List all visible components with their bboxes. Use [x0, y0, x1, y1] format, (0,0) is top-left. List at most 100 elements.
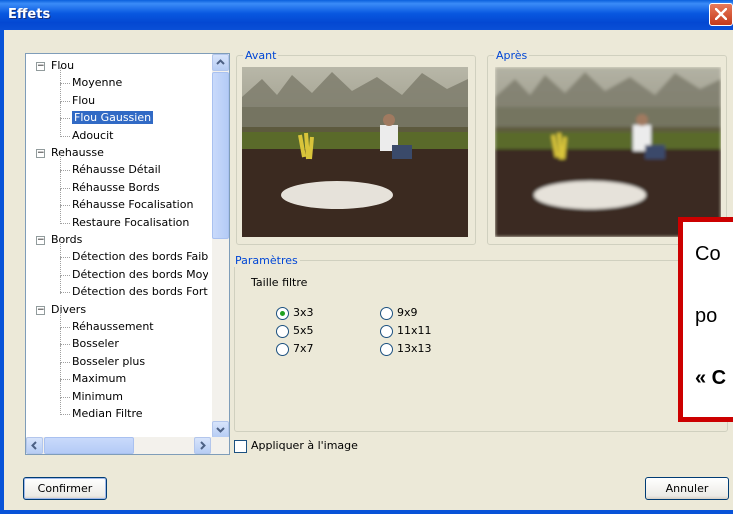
tree-connector: [60, 102, 61, 120]
close-button[interactable]: [709, 3, 733, 26]
tree-item[interactable]: Maximum: [72, 371, 126, 387]
effects-tree[interactable]: Flou − Moyenne Flou Flou Gaussien Adoucit Reha…: [25, 53, 230, 455]
tree-item[interactable]: Moyenne: [72, 75, 122, 91]
radio-9x9[interactable]: [380, 307, 393, 320]
tree-connector: [60, 344, 70, 346]
tree-item[interactable]: Flou Gaussien: [72, 110, 154, 126]
tree-category[interactable]: Bords: [51, 232, 82, 248]
tree-item-label: Bosseler plus: [72, 354, 146, 368]
collapse-icon[interactable]: −: [36, 305, 45, 315]
chevron-down-icon: [216, 427, 225, 433]
chevron-right-icon: [200, 441, 206, 450]
tree-connector: [60, 363, 61, 381]
tree-connector: [60, 379, 70, 381]
radio-11x11-label: 11x11: [397, 324, 432, 337]
tree-item-label: Flou: [72, 93, 96, 107]
tree-item[interactable]: Réhaussement: [72, 319, 154, 335]
tree-connector: [60, 414, 70, 415]
tree-connector: [60, 311, 61, 329]
before-image: [242, 67, 468, 237]
tree-item[interactable]: Bosseler plus: [72, 354, 145, 370]
filter-size-label: Taille filtre: [251, 276, 308, 289]
collapse-icon[interactable]: −: [36, 62, 45, 71]
tree-item-label: Restaure Focalisation: [72, 215, 190, 229]
tree-horizontal-scrollbar[interactable]: [26, 437, 229, 454]
scroll-right-button[interactable]: [194, 437, 211, 454]
title-bar[interactable]: Effets: [0, 0, 733, 30]
radio-13x13[interactable]: [380, 343, 393, 356]
tree-item[interactable]: Détection des bords Faible: [72, 249, 208, 265]
tree-vertical-scrollbar[interactable]: [212, 54, 229, 438]
tree-connector: [60, 257, 70, 259]
tree-item[interactable]: Détection des bords Fort: [72, 284, 208, 300]
tree-connector: [60, 118, 70, 120]
tree-category[interactable]: Divers: [51, 302, 86, 318]
tutorial-callout: Co po « C: [678, 217, 733, 422]
radio-9x9-label: 9x9: [397, 306, 418, 319]
callout-line-2: po: [695, 305, 718, 327]
tree-item-label: Détection des bords Moyen: [72, 267, 208, 281]
tree-connector: [60, 83, 70, 85]
radio-5x5[interactable]: [276, 325, 289, 338]
parameters-legend: Paramètres: [233, 254, 300, 267]
tree-category[interactable]: Flou: [51, 58, 74, 74]
tree-connector: [60, 189, 61, 207]
tree-connector: [60, 67, 61, 85]
radio-3x3-label: 3x3: [293, 306, 314, 319]
tree-connector: [60, 258, 61, 277]
tree-connector: [60, 361, 70, 363]
tree-connector: [60, 327, 70, 328]
tree-item-label: Rehausse: [51, 146, 104, 159]
tree-item[interactable]: Adoucit: [72, 128, 113, 144]
tree-item-label: Maximum: [72, 372, 127, 386]
tree-item-label: Bosseler: [72, 337, 119, 351]
tree-connector: [60, 170, 70, 172]
scroll-thumb[interactable]: [212, 72, 229, 239]
tree-item[interactable]: Restaure Focalisation: [72, 215, 189, 231]
tree-item-label: Minimum: [72, 389, 123, 403]
collapse-icon[interactable]: −: [36, 236, 45, 245]
tree-item-label: Adoucit: [72, 128, 114, 142]
tree-connector: [60, 154, 61, 172]
tree-connector: [60, 241, 61, 259]
tree-items: Flou − Moyenne Flou Flou Gaussien Adoucit Reha…: [26, 58, 208, 436]
tree-item-label: Détection des bords Faible: [72, 250, 208, 264]
tree-item[interactable]: Réhausse Focalisation: [72, 197, 193, 213]
scroll-down-button[interactable]: [212, 421, 229, 438]
tree-item[interactable]: Minimum: [72, 389, 123, 405]
tree-item-label: Divers: [51, 302, 87, 316]
before-preview-group: Avant: [236, 49, 476, 245]
tree-category[interactable]: Rehausse: [51, 145, 104, 161]
tree-item[interactable]: Réhausse Bords: [72, 180, 160, 196]
tree-connector: [60, 276, 61, 294]
tree-connector: [60, 328, 61, 346]
cancel-button[interactable]: Annuler: [645, 477, 729, 500]
window-border-bottom: [0, 510, 733, 514]
tree-item[interactable]: Flou: [72, 93, 95, 109]
tree-item[interactable]: Bosseler: [72, 336, 119, 352]
tree-connector: [60, 380, 61, 398]
confirm-button[interactable]: Confirmer: [23, 477, 107, 500]
scroll-left-button[interactable]: [26, 437, 43, 454]
tree-connector: [60, 206, 61, 224]
tree-item[interactable]: Détection des bords Moyen: [72, 267, 208, 283]
scroll-up-button[interactable]: [212, 54, 229, 71]
apply-to-image-checkbox[interactable]: [234, 440, 247, 453]
tree-connector: [60, 135, 70, 137]
tree-item-label: Flou Gaussien: [72, 111, 154, 125]
tree-item[interactable]: Median Filtre: [72, 406, 143, 422]
tree-item-label: Flou: [51, 59, 75, 72]
after-label: Après: [494, 49, 530, 62]
tree-connector: [60, 222, 70, 224]
callout-line-1: Co: [695, 243, 721, 265]
horizontal-scroll-thumb[interactable]: [44, 437, 134, 454]
tree-item[interactable]: Réhausse Détail: [72, 162, 161, 178]
radio-11x11[interactable]: [380, 325, 393, 338]
radio-7x7[interactable]: [276, 343, 289, 356]
radio-3x3[interactable]: [276, 307, 289, 320]
before-label: Avant: [243, 49, 279, 62]
radio-5x5-label: 5x5: [293, 324, 314, 337]
radio-7x7-label: 7x7: [293, 342, 314, 355]
tree-connector: [60, 119, 61, 137]
collapse-icon[interactable]: −: [36, 149, 45, 158]
